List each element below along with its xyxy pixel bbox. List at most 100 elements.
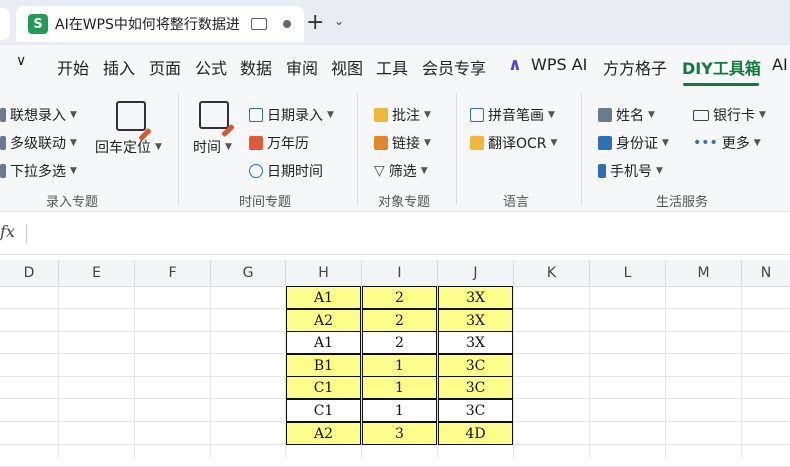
column-header-j[interactable]: J	[438, 260, 514, 286]
table-cell[interactable]: 3X	[438, 286, 513, 309]
cascade-icon	[0, 136, 6, 150]
chevron-down-icon: ▼	[424, 110, 431, 120]
grid-line	[210, 286, 211, 458]
menu-home[interactable]: 开始	[57, 55, 89, 79]
table-cell[interactable]: 4D	[438, 422, 513, 445]
column-header-f[interactable]: F	[135, 260, 211, 286]
id-card-button[interactable]: 身份证 ▼	[598, 133, 669, 153]
unsaved-dot-icon[interactable]	[283, 20, 291, 28]
table-cell[interactable]: A1	[286, 331, 361, 354]
bank-card-icon	[693, 109, 709, 121]
id-card-label: 身份证	[616, 136, 658, 152]
more-button[interactable]: ••• 更多 ▼	[693, 133, 761, 153]
table-cell[interactable]: A1	[286, 286, 361, 309]
menu-ai[interactable]: AI	[772, 55, 788, 74]
calendar-icon	[249, 108, 263, 122]
date-time-button[interactable]: 日期时间	[249, 161, 323, 181]
table-cell[interactable]: 3C	[438, 354, 513, 377]
menu-view[interactable]: 视图	[331, 55, 363, 79]
column-header-l[interactable]: L	[590, 260, 666, 286]
dropdown-multi-select-button[interactable]: 下拉多选 ▼	[0, 161, 77, 181]
link-label: 链接	[392, 136, 420, 152]
table-cell[interactable]: A2	[286, 309, 361, 332]
table-cell[interactable]: 3C	[438, 399, 513, 422]
menu-collapse-chevron-icon[interactable]: ∨	[16, 53, 26, 69]
ribbon: 联想录入 ▼ 多级联动 ▼ 下拉多选 ▼ 回车定位 ▼ 录入专题 时间 ▼ 日期录入 ▼ 万…	[0, 87, 790, 212]
menu-wps-ai[interactable]: WPS AI	[531, 55, 587, 74]
group-separator	[178, 93, 179, 205]
phone-number-label: 手机号	[610, 164, 652, 180]
monitor-icon[interactable]	[251, 18, 267, 30]
filter-button[interactable]: ▽ 筛选 ▼	[374, 161, 428, 181]
spreadsheet-app-icon: S	[28, 14, 48, 34]
grid-line	[58, 286, 59, 458]
more-dots-icon: •••	[693, 135, 718, 151]
menu-review[interactable]: 审阅	[286, 55, 318, 79]
chevron-down-icon: ▼	[759, 110, 766, 120]
column-header-d[interactable]: D	[0, 260, 59, 286]
table-cell[interactable]: 2	[362, 331, 437, 354]
title-bar: S AI在WPS中如何将整行数据进 + ⌄	[0, 0, 790, 45]
document-tab[interactable]: S AI在WPS中如何将整行数据进	[16, 6, 304, 42]
table-cell[interactable]: C1	[286, 376, 361, 399]
group-separator	[456, 93, 457, 205]
column-header-e[interactable]: E	[59, 260, 135, 286]
menu-diy-toolbox[interactable]: DIY工具箱	[682, 55, 761, 79]
table-cell[interactable]: A2	[286, 422, 361, 445]
table-cell[interactable]: 1	[362, 399, 437, 422]
table-cell[interactable]: 2	[362, 286, 437, 309]
pinyin-stroke-button[interactable]: 拼音笔画 ▼	[470, 105, 555, 125]
enter-locate-icon	[116, 101, 152, 142]
enter-locate-button[interactable]: 回车定位 ▼	[95, 137, 162, 157]
multi-level-link-button[interactable]: 多级联动 ▼	[0, 133, 77, 153]
menu-fangfang[interactable]: 方方格子	[603, 55, 667, 79]
table-cell[interactable]: B1	[286, 354, 361, 377]
associative-input-button[interactable]: 联想录入 ▼	[0, 105, 77, 125]
date-input-button[interactable]: 日期录入 ▼	[249, 105, 334, 125]
formula-bar: fx	[0, 212, 790, 255]
menu-tools[interactable]: 工具	[376, 55, 408, 79]
table-cell[interactable]: 3X	[438, 331, 513, 354]
fx-icon[interactable]: fx	[0, 222, 15, 241]
link-button[interactable]: 链接 ▼	[374, 133, 431, 153]
spreadsheet-grid[interactable]: A1 2 3X A2 2 3X A1 2 3X B1 1 3C C1 1 3C C1 1 3C A2 3 4D	[0, 286, 790, 467]
translate-ocr-button[interactable]: 翻译OCR ▼	[470, 133, 557, 153]
perpetual-calendar-button[interactable]: 万年历	[249, 133, 309, 153]
tab-list-chevron-icon[interactable]: ⌄	[334, 14, 344, 28]
menu-member[interactable]: 会员专享	[422, 55, 486, 79]
table-cell[interactable]: C1	[286, 399, 361, 422]
time-button[interactable]: 时间 ▼	[193, 137, 232, 157]
table-cell[interactable]: 1	[362, 376, 437, 399]
menu-page[interactable]: 页面	[149, 55, 181, 79]
pinyin-stroke-label: 拼音笔画	[488, 108, 544, 124]
table-cell[interactable]: 3	[362, 422, 437, 445]
chevron-down-icon: ▼	[753, 138, 761, 148]
previous-tab[interactable]	[0, 8, 10, 40]
grid-line	[589, 286, 590, 458]
group-label-object: 对象专题	[378, 195, 431, 210]
column-header-k[interactable]: K	[514, 260, 590, 286]
column-header-h[interactable]: H	[286, 260, 362, 286]
calendar-book-icon	[249, 136, 263, 150]
column-header-g[interactable]: G	[211, 260, 286, 286]
column-header-m[interactable]: M	[666, 260, 742, 286]
column-header-i[interactable]: I	[362, 260, 438, 286]
bank-card-button[interactable]: 银行卡 ▼	[693, 105, 766, 125]
time-label: 时间	[193, 140, 221, 156]
grid-line	[134, 286, 135, 458]
menu-insert[interactable]: 插入	[103, 55, 135, 79]
column-header-n[interactable]: N	[742, 260, 790, 286]
menu-formula[interactable]: 公式	[195, 55, 227, 79]
table-cell[interactable]: 3C	[438, 376, 513, 399]
chevron-down-icon: ▼	[225, 142, 232, 152]
new-tab-plus-icon[interactable]: +	[306, 10, 324, 35]
table-cell[interactable]: 2	[362, 309, 437, 332]
table-cell[interactable]: 1	[362, 354, 437, 377]
phone-number-button[interactable]: 手机号 ▼	[598, 161, 663, 181]
name-button[interactable]: 姓名 ▼	[598, 105, 655, 125]
comment-button[interactable]: 批注 ▼	[374, 105, 431, 125]
column-header-row: D E F G H I J K L M N	[0, 260, 790, 287]
menu-data[interactable]: 数据	[240, 55, 272, 79]
formula-input[interactable]	[32, 222, 772, 244]
table-cell[interactable]: 3X	[438, 309, 513, 332]
